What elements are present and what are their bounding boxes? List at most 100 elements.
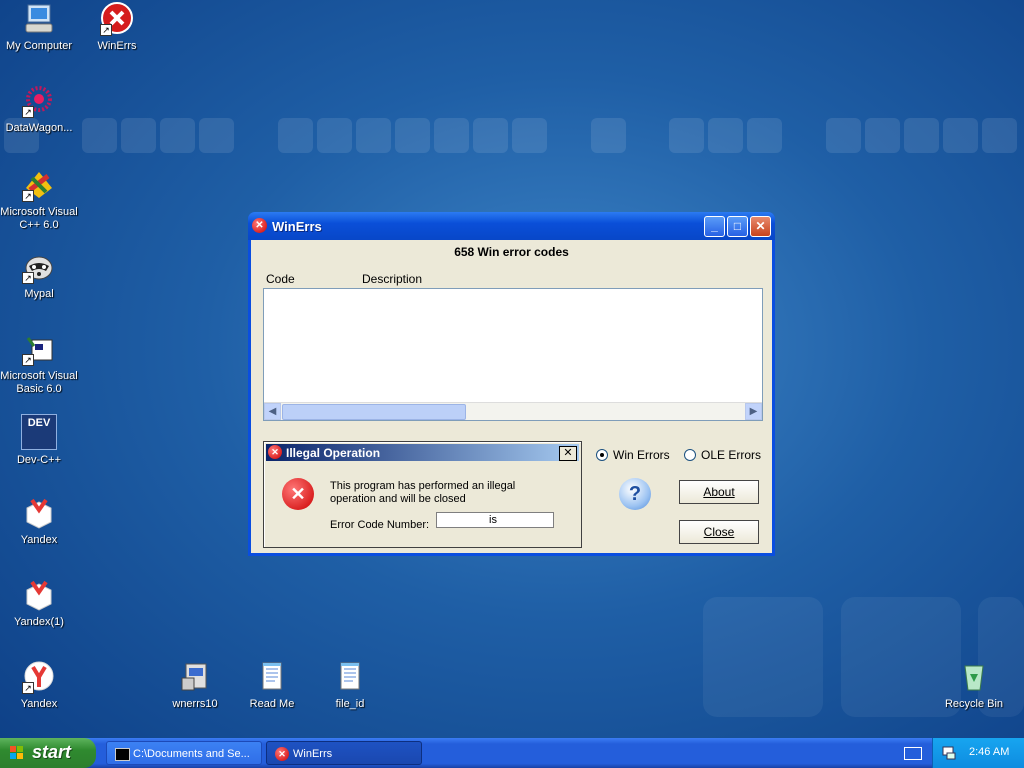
close-button[interactable]: Close [679, 520, 759, 544]
error-count-heading: 658 Win error codes [454, 245, 569, 259]
error-icon: ↗ [100, 2, 134, 36]
wallpaper-tile [434, 118, 469, 153]
clock[interactable]: 2:46 AM [969, 746, 1009, 758]
installer-icon [178, 660, 212, 694]
desktop-icon-label: wnerrs10 [172, 698, 218, 710]
console-icon [115, 748, 130, 761]
desktop-icon-winerrs[interactable]: ↗ WinErrs [78, 2, 156, 53]
column-header-code[interactable]: Code [266, 272, 295, 286]
close-window-button[interactable]: ✕ [750, 216, 771, 237]
error-code-list[interactable]: ◀ ▶ [263, 288, 763, 421]
wallpaper-tile [865, 118, 900, 153]
desktop-icon-label: Read Me [249, 698, 295, 710]
desktop-icon-label: My Computer [5, 40, 73, 52]
desktop-icon-label: Mypal [24, 288, 54, 300]
desktop-icon-datawagon[interactable]: ↗ DataWagon... [0, 84, 78, 135]
wallpaper-tile [160, 118, 195, 153]
wallpaper-tile [278, 118, 313, 153]
wallpaper-tile [708, 118, 743, 153]
notepad-icon [255, 660, 289, 694]
column-header-description[interactable]: Description [362, 272, 422, 286]
desktop-icon-label: file_id [335, 698, 365, 710]
desktop-icon-label: Yandex [20, 698, 58, 710]
radio-indicator [684, 449, 696, 461]
wallpaper-tile [904, 118, 939, 153]
horizontal-scrollbar[interactable]: ◀ ▶ [264, 402, 762, 420]
shortcut-arrow-icon: ↗ [22, 190, 34, 202]
network-icon[interactable] [941, 745, 957, 761]
radio-win-errors[interactable]: Win Errors [596, 448, 670, 462]
scrollbar-thumb[interactable] [282, 404, 466, 420]
desktop-icon-label: Recycle Bin [944, 698, 1004, 710]
keyboard-icon[interactable] [904, 747, 922, 760]
desktop-icon-label: Microsoft Visual C++ 6.0 [0, 206, 78, 231]
wallpaper-tile [199, 118, 234, 153]
help-icon[interactable]: ? [619, 478, 651, 510]
desktop-icon-file-id[interactable]: file_id [311, 660, 389, 711]
dialog-close-button[interactable]: ✕ [559, 446, 577, 461]
shortcut-arrow-icon: ↗ [22, 682, 34, 694]
yandex-installer-icon [22, 496, 56, 530]
shortcut-arrow-icon: ↗ [100, 24, 112, 36]
desktop-icon-read-me[interactable]: Read Me [233, 660, 311, 711]
desktop-icon-my-computer[interactable]: My Computer [0, 2, 78, 53]
computer-icon [22, 2, 56, 36]
error-code-label: Error Code Number: [330, 519, 430, 531]
taskbar-item-winerrs[interactable]: ✕ WinErrs [266, 741, 422, 765]
window-titlebar[interactable]: ✕ WinErrs _ □ ✕ [248, 212, 775, 240]
radio-selected-indicator [596, 449, 608, 461]
visual-basic-icon: ↗ [22, 332, 56, 366]
desktop-icon-yandex-browser[interactable]: ↗ Yandex [0, 660, 78, 711]
wallpaper-tile [982, 118, 1017, 153]
windows-logo-icon [10, 746, 23, 759]
notepad-icon [333, 660, 367, 694]
desktop-icon-recycle-bin[interactable]: Recycle Bin [935, 660, 1013, 711]
error-code-field[interactable]: is [436, 512, 554, 528]
system-tray: 2:46 AM [932, 738, 1024, 768]
desktop-icon-wnerrs10[interactable]: wnerrs10 [156, 660, 234, 711]
desktop-icon-label: Yandex [20, 534, 58, 546]
dialog-message: This program has performed an illegal op… [330, 480, 516, 505]
error-icon: ✕ [282, 478, 314, 510]
start-button[interactable]: start [0, 738, 96, 768]
wallpaper-tile [82, 118, 117, 153]
desktop-icon-devcpp[interactable]: DEV Dev-C++ [0, 414, 78, 467]
error-icon: ✕ [252, 218, 267, 233]
taskbar-item-command-prompt[interactable]: C:\Documents and Se... [106, 741, 262, 765]
maximize-button[interactable]: □ [727, 216, 748, 237]
dialog-titlebar[interactable]: ✕ Illegal Operation ✕ [266, 444, 579, 461]
desktop-icon-label: Dev-C++ [16, 454, 62, 466]
desktop-icon-visual-basic[interactable]: ↗ Microsoft Visual Basic 6.0 [0, 332, 78, 396]
desktop-icon-yandex[interactable]: Yandex [0, 496, 78, 547]
wallpaper-tile [356, 118, 391, 153]
desktop-icon-mypal[interactable]: ↗ Mypal [0, 250, 78, 301]
yandex-browser-icon: ↗ [22, 660, 56, 694]
recycle-bin-icon [957, 660, 991, 694]
devcpp-icon: DEV [21, 414, 57, 450]
desktop-icon-yandex-1[interactable]: Yandex(1) [0, 578, 78, 629]
error-icon: ✕ [268, 445, 282, 459]
shortcut-arrow-icon: ↗ [22, 354, 34, 366]
taskbar: start C:\Documents and Se... ✕ WinErrs 2… [0, 738, 1024, 768]
wallpaper-tile [512, 118, 547, 153]
desktop-icon-label: Microsoft Visual Basic 6.0 [0, 370, 78, 395]
scroll-right-button[interactable]: ▶ [745, 403, 762, 420]
illegal-operation-dialog: ✕ Illegal Operation ✕ ✕ This program has… [263, 441, 582, 548]
window-client-area: 658 Win error codes Code Description ◀ ▶… [251, 240, 772, 553]
minimize-button[interactable]: _ [704, 216, 725, 237]
about-button[interactable]: About [679, 480, 759, 504]
desktop-icon-visual-cpp[interactable]: ↗ Microsoft Visual C++ 6.0 [0, 168, 78, 232]
window-title: WinErrs [272, 219, 322, 234]
wallpaper-tile [591, 118, 626, 153]
dialog-title: Illegal Operation [286, 446, 381, 460]
wallpaper-tile [121, 118, 156, 153]
wallpaper-tile [317, 118, 352, 153]
scroll-left-button[interactable]: ◀ [264, 403, 281, 420]
wallpaper-tile [747, 118, 782, 153]
visual-cpp-icon: ↗ [22, 168, 56, 202]
desktop-icon-label: WinErrs [97, 40, 137, 52]
radio-ole-errors[interactable]: OLE Errors [684, 448, 761, 462]
shortcut-arrow-icon: ↗ [22, 272, 34, 284]
wallpaper-tile [395, 118, 430, 153]
datawagon-icon: ↗ [22, 84, 56, 118]
